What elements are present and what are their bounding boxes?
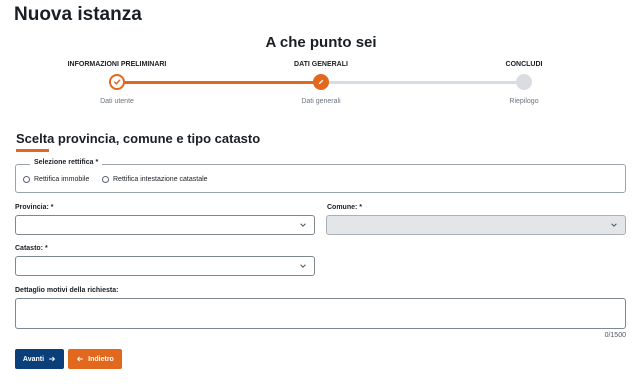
indietro-button[interactable]: Indietro xyxy=(68,349,122,369)
catasto-select[interactable] xyxy=(15,256,315,276)
step-label-concludi: CONCLUDI xyxy=(505,61,543,68)
step-3-pending-indicator xyxy=(516,74,532,90)
step-sublabel-dati-generali: Dati generali xyxy=(301,98,341,105)
comune-select xyxy=(326,215,626,235)
progress-track-completed xyxy=(117,81,321,84)
character-counter: 0/1500 xyxy=(604,332,626,339)
check-icon xyxy=(113,79,121,85)
rettifica-legend: Selezione rettifica * xyxy=(30,159,103,166)
avanti-button[interactable]: Avanti xyxy=(15,349,64,369)
step-sublabel-riepilogo: Riepilogo xyxy=(509,98,539,105)
chevron-down-icon xyxy=(611,223,617,227)
progress-title: A che punto sei xyxy=(265,34,377,51)
dettaglio-label: Dettaglio motivi della richiesta: xyxy=(15,287,119,294)
radio-label: Rettifica intestazione catastale xyxy=(113,176,208,183)
chevron-down-icon xyxy=(300,264,306,268)
page-title: Nuova istanza xyxy=(14,4,142,25)
provincia-select[interactable] xyxy=(15,215,315,235)
section-title: Scelta provincia, comune e tipo catasto xyxy=(16,131,261,146)
avanti-button-label: Avanti xyxy=(22,355,45,363)
step-1-completed-indicator xyxy=(109,74,125,90)
chevron-down-icon xyxy=(300,223,306,227)
arrow-left-icon xyxy=(77,356,83,362)
catasto-label: Catasto: * xyxy=(15,245,48,252)
step-2-active-indicator xyxy=(313,74,329,90)
provincia-label: Provincia: * xyxy=(15,204,54,211)
indietro-button-label: Indietro xyxy=(88,355,114,363)
pencil-icon xyxy=(318,79,324,85)
radio-rettifica-immobile[interactable]: Rettifica immobile xyxy=(23,176,89,183)
radio-label: Rettifica immobile xyxy=(34,176,90,183)
dettaglio-textarea[interactable] xyxy=(15,298,626,329)
step-label-informazioni-preliminari: INFORMAZIONI PRELIMINARI xyxy=(67,61,167,68)
section-title-underline xyxy=(16,149,49,152)
radio-button-icon[interactable] xyxy=(102,176,109,183)
arrow-right-icon xyxy=(49,356,56,362)
radio-button-icon[interactable] xyxy=(23,176,30,183)
radio-rettifica-intestazione-catastale[interactable]: Rettifica intestazione catastale xyxy=(102,176,208,183)
step-label-dati-generali: DATI GENERALI xyxy=(294,61,348,68)
progress-track-remaining xyxy=(321,81,524,84)
step-sublabel-dati-utente: Dati utente xyxy=(100,98,134,105)
comune-label: Comune: * xyxy=(327,204,362,211)
